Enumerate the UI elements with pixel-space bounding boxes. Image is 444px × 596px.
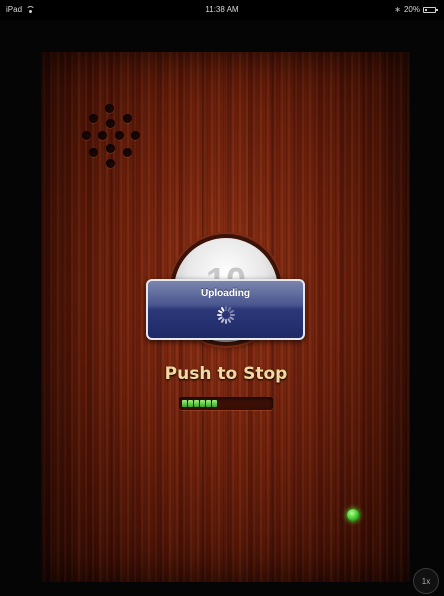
speaker-hole: [89, 114, 98, 123]
speaker-hole: [106, 159, 115, 168]
dialog-title: Uploading: [201, 288, 250, 299]
activity-spinner-icon: [217, 306, 235, 324]
zoom-button[interactable]: 1x: [413, 568, 439, 594]
speaker-hole: [89, 148, 98, 157]
status-bar: iPad 11:38 AM ∗ 20%: [0, 0, 444, 20]
app-screen: iPad 11:38 AM ∗ 20% 10 Uploading Push to…: [0, 0, 444, 596]
status-right: ∗ 20%: [394, 5, 438, 14]
status-time: 11:38 AM: [205, 5, 239, 14]
speaker-hole: [131, 131, 140, 140]
battery-level: [425, 8, 427, 11]
spinner-spoke: [225, 319, 227, 324]
bluetooth-icon: ∗: [394, 5, 401, 14]
speaker-hole: [82, 131, 91, 140]
uploading-dialog: Uploading: [146, 279, 305, 340]
status-led-icon: [347, 509, 359, 521]
spinner-spoke: [217, 314, 222, 316]
push-to-stop-label: Push to Stop: [164, 364, 288, 384]
speaker-hole: [123, 148, 132, 157]
battery-percent: 20%: [403, 5, 420, 14]
upload-progress-bar: [179, 397, 273, 410]
speaker-hole: [105, 104, 114, 113]
speaker-hole: [106, 119, 115, 128]
progress-segment: [206, 400, 211, 407]
progress-segment: [182, 400, 187, 407]
battery-icon: [423, 6, 438, 13]
progress-fill: [182, 400, 217, 407]
speaker-hole: [98, 131, 107, 140]
speaker-hole: [123, 114, 132, 123]
speaker-hole: [115, 131, 124, 140]
progress-segment: [212, 400, 217, 407]
progress-segment: [188, 400, 193, 407]
progress-segment: [200, 400, 205, 407]
speaker-hole: [106, 144, 115, 153]
progress-segment: [194, 400, 199, 407]
